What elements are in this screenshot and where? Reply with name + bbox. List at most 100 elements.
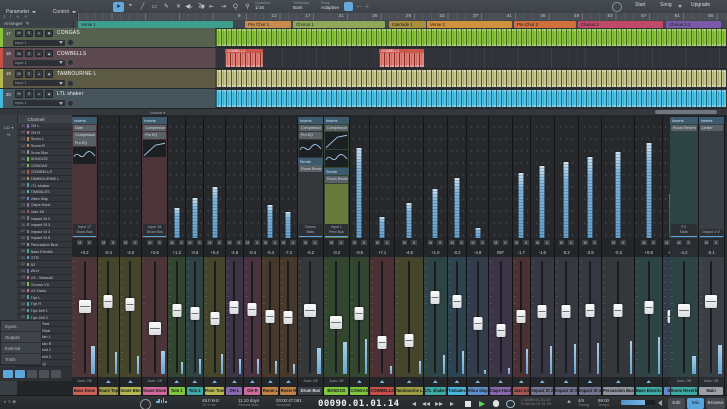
solo-button[interactable]: S xyxy=(501,238,510,247)
mixer-strip-impact-st-2[interactable]: M S -1.6 Impact St 2 xyxy=(530,117,555,395)
mute-button[interactable]: M xyxy=(426,238,435,247)
strip-pan-row[interactable]: Auto: Off xyxy=(72,377,97,386)
plugin-eq-curve-thumbnail[interactable] xyxy=(324,150,348,168)
fader-area[interactable] xyxy=(72,256,97,378)
horizontal-scrollbar[interactable] xyxy=(655,110,717,114)
mute-button[interactable]: M xyxy=(400,238,409,247)
strip-name-label[interactable]: Drum Bus xyxy=(298,386,323,395)
fader-handle[interactable] xyxy=(430,290,440,304)
strip-routing-display[interactable]: FX Main xyxy=(671,224,697,237)
next-bar-button[interactable] xyxy=(446,399,458,408)
toolbar-magnet-icon[interactable]: Q xyxy=(230,2,241,12)
strip-name-label[interactable]: Percussion Bus xyxy=(602,386,634,395)
strip-pan-row[interactable] xyxy=(513,377,530,386)
fader-area[interactable] xyxy=(554,256,578,378)
strip-pan-row[interactable]: Auto: Off xyxy=(670,377,698,386)
arranger-marker[interactable]: Pre Chor 1 xyxy=(245,20,291,28)
bank-tab[interactable] xyxy=(15,370,25,378)
mute-button[interactable]: M xyxy=(146,238,154,247)
mixer-strip-timbales[interactable]: M S -0.2 Timbales xyxy=(447,117,468,395)
channel-list-item[interactable]: 15 Drum Bus xyxy=(17,149,72,156)
fader-handle[interactable] xyxy=(304,303,317,317)
strip-pan-row[interactable] xyxy=(602,377,634,386)
solo-button[interactable]: S xyxy=(131,238,139,247)
arranger-marker[interactable]: Verse 2 xyxy=(427,20,512,28)
fader-area[interactable] xyxy=(349,256,369,378)
arranger-track-header[interactable]: Arranger ✎ xyxy=(0,20,74,28)
toolbar-speaker-icon[interactable]: ◀ xyxy=(182,2,193,12)
insert-plugin-item[interactable]: Room Reverb xyxy=(671,124,697,132)
inserts-header[interactable]: Inserts xyxy=(323,117,349,124)
track-header-tambourine-l[interactable]: 19 M S ● ◉ TAMBOURINE L Input 1 xyxy=(0,68,215,89)
fader-handle[interactable] xyxy=(377,336,387,350)
fader-value-display[interactable]: -7.2 xyxy=(280,248,297,257)
record-arm-button[interactable]: ● xyxy=(35,70,43,78)
strip-pan-row[interactable] xyxy=(531,377,554,386)
track-header-cowbells[interactable]: 18 M S ● ◉ COWBELLS Input 1 xyxy=(0,48,215,69)
solo-button[interactable]: S xyxy=(25,49,33,58)
mixer-strip-main[interactable]: Inserts Limiter Output 1+2 M S -0.1 Auto: Off M… xyxy=(698,117,725,395)
channel-list-item[interactable]: 38 Trpt R xyxy=(17,301,72,308)
strip-routing-display[interactable]: Input 1 Perc Bus xyxy=(324,224,348,237)
strip-pan-row[interactable] xyxy=(204,377,225,386)
bank-tab[interactable] xyxy=(39,370,49,378)
fader-handle[interactable] xyxy=(210,312,220,326)
solo-button[interactable]: S xyxy=(25,29,33,37)
fader-handle[interactable] xyxy=(613,303,623,317)
channel-list-item[interactable]: 14 Room R xyxy=(17,143,72,150)
strip-pan-row[interactable] xyxy=(635,377,662,386)
mixer-strip-cowbells[interactable]: M S +7.1 COWBELLS xyxy=(369,117,396,395)
inserts-header[interactable]: Inserts xyxy=(670,117,698,124)
solo-button[interactable]: S xyxy=(25,70,33,78)
track-list-tools[interactable]: ≡ ⌇ ∿ ＋ xyxy=(0,13,78,20)
strip-name-label[interactable]: Floor Tom xyxy=(204,386,225,395)
toolbar-7-icon[interactable]: 7 xyxy=(194,2,205,12)
zoom-icons[interactable]: ▪ − ＋ xyxy=(357,3,369,10)
monitor-button[interactable]: ◉ xyxy=(45,70,53,78)
solo-button[interactable]: S xyxy=(619,238,627,247)
fader-value-display[interactable]: +0.4 xyxy=(204,248,225,257)
insert-plugin-item[interactable]: Compressor xyxy=(143,124,167,132)
mute-button[interactable]: M xyxy=(581,238,589,247)
mixer-strip-drum-bus[interactable]: Inserts Compressor Pro EQ Sends Room Reverb D… xyxy=(297,117,324,395)
solo-button[interactable]: S xyxy=(543,238,551,247)
strip-name-label[interactable]: Snare Btm xyxy=(120,386,141,395)
fader-handle[interactable] xyxy=(172,303,182,317)
strip-pan-row[interactable] xyxy=(350,377,369,386)
fader-handle[interactable] xyxy=(247,302,257,316)
fader-handle[interactable] xyxy=(705,295,718,309)
strip-pan-row[interactable] xyxy=(280,377,297,386)
strip-name-label[interactable]: Impact St 2 xyxy=(531,386,554,395)
mixer-strip-room-r[interactable]: M S -7.2 Room R xyxy=(279,117,298,395)
fader-area[interactable] xyxy=(424,256,447,378)
mute-button[interactable]: M xyxy=(15,29,23,37)
strip-pan-row[interactable] xyxy=(98,377,119,386)
audio-clip[interactable]: COWBELL 2 xyxy=(379,49,424,67)
mixer-strip-ltl-shaker[interactable]: M S +1.0 LTL shaker xyxy=(424,117,448,395)
fader-handle[interactable] xyxy=(265,309,275,323)
solo-button[interactable]: S xyxy=(712,238,720,247)
fader-value-display[interactable]: -0.2 xyxy=(324,248,349,257)
record-arm-button[interactable]: ● xyxy=(35,49,43,58)
strip-pan-row[interactable] xyxy=(226,377,243,386)
browse-view-button[interactable]: Browse xyxy=(706,397,725,409)
tempo-slider[interactable] xyxy=(621,400,655,405)
plugin-comp-curve-thumbnail[interactable] xyxy=(324,132,348,150)
fader-value-display[interactable]: -0.4 xyxy=(262,248,279,257)
fader-value-display[interactable]: -0.1 xyxy=(699,248,724,257)
strip-pan-row[interactable]: Auto: Off xyxy=(324,377,349,386)
tempo-display[interactable]: 142 ▾ xyxy=(0,125,17,130)
channel-list-item[interactable]: 13 Room L xyxy=(17,136,72,143)
bank-tab[interactable] xyxy=(3,370,13,378)
mixer-strip-jazz-kit[interactable]: M S -1.7 Jazz Kit xyxy=(512,117,531,395)
bank-tab[interactable] xyxy=(51,370,61,378)
fader-area[interactable] xyxy=(243,256,261,378)
insert-plugin-item[interactable]: Compressor xyxy=(73,132,96,139)
mixer-strip-floor-tom[interactable]: M S +0.4 Floor Tom xyxy=(204,117,226,395)
fader-value-display[interactable]: -1.7 xyxy=(513,248,530,257)
fader-area[interactable] xyxy=(119,256,142,378)
strip-name-label[interactable]: Bass Drum xyxy=(72,386,97,395)
fader-handle[interactable] xyxy=(103,295,113,309)
strip-name-label[interactable]: Timbales xyxy=(448,386,466,395)
mixer-strip-room-l[interactable]: M S -0.4 Room L xyxy=(261,117,280,395)
